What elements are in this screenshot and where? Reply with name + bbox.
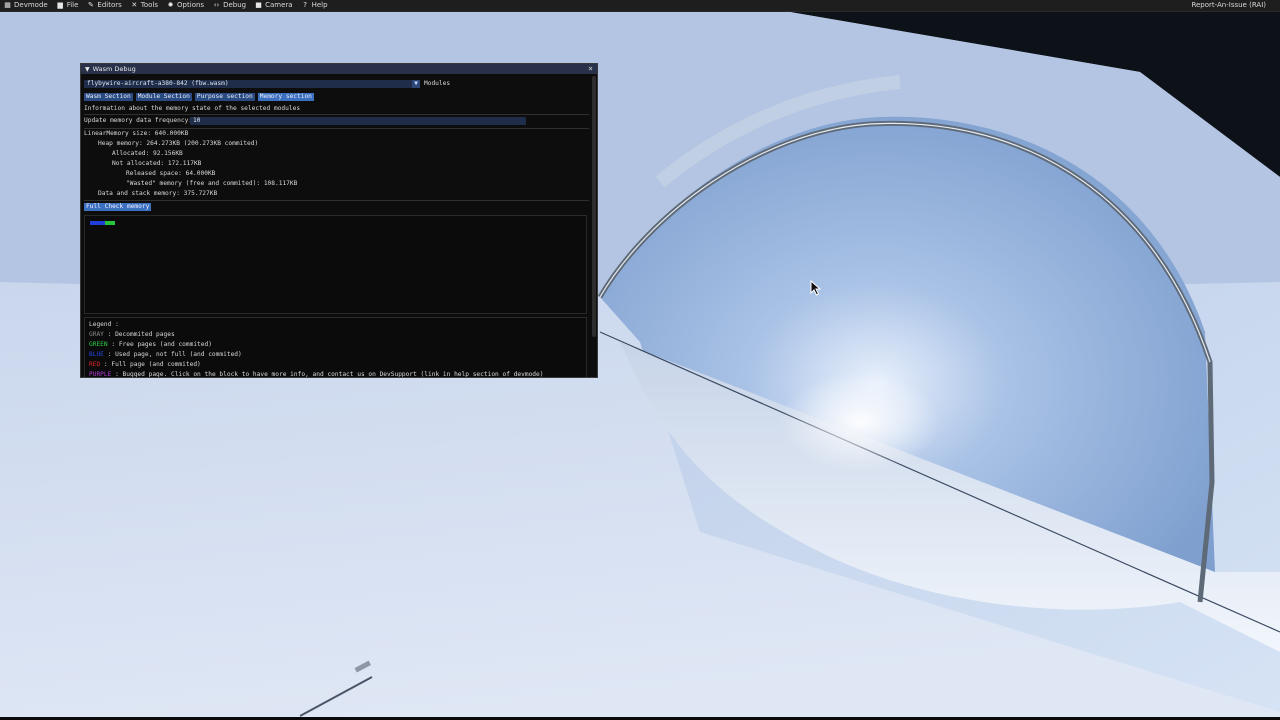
legend-text: : Bugged page. Click on the block to hav… <box>111 371 544 378</box>
menu-file[interactable]: ▆ File <box>53 0 84 11</box>
legend-panel[interactable]: Legend : GRAY : Decommited pages GREEN :… <box>84 317 587 378</box>
legend-key: BLUE <box>89 351 104 358</box>
menu-editors[interactable]: ✎ Editors <box>83 0 126 11</box>
close-icon[interactable]: × <box>588 65 593 73</box>
camera-icon: ■ <box>255 1 262 9</box>
legend-text: : Used page, not full (and commited) <box>103 351 242 358</box>
menu-debug[interactable]: ‹› Debug <box>209 0 251 11</box>
menu-label: Camera <box>265 1 293 9</box>
memory-pages-grid <box>90 221 115 225</box>
legend-key: GREEN <box>89 341 108 348</box>
window-body: flybywire-aircraft-a380-842 (fbw.wasm) ▼… <box>84 77 589 378</box>
window-scrollbar[interactable] <box>592 76 596 337</box>
wrench-icon: ✕ <box>131 1 138 9</box>
chevron-down-icon[interactable]: ▼ <box>412 80 420 88</box>
memory-pages-panel[interactable] <box>84 215 587 314</box>
tab-module-section[interactable]: Module Section <box>135 93 192 101</box>
legend-key: GRAY <box>89 331 104 338</box>
section-info: Information about the memory state of th… <box>84 105 301 112</box>
report-issue-label: Report-An-Issue (RAI) <box>1191 1 1266 9</box>
heap-memory: Heap memory: 264.273KB (200.273KB commit… <box>98 140 259 147</box>
legend-item: BLUE : Used page, not full (and commited… <box>89 351 242 358</box>
update-frequency-label: Update memory data frequency: <box>84 117 193 124</box>
menu-label: Devmode <box>14 1 48 9</box>
menu-help[interactable]: ? Help <box>298 0 333 11</box>
update-frequency-input[interactable]: 10 <box>190 117 526 125</box>
help-icon: ? <box>303 1 307 9</box>
divider <box>84 128 589 129</box>
pencil-icon: ✎ <box>87 1 94 9</box>
data-stack-memory: Data and stack memory: 375.727KB <box>98 190 218 197</box>
top-menubar: ▦ Devmode ▆ File ✎ Editors ✕ Tools ✹ Opt… <box>0 0 1280 12</box>
module-select-label: Modules <box>424 80 451 87</box>
allocated-memory: Allocated: 92.156KB <box>112 150 183 157</box>
legend-text: : Free pages (and commited) <box>107 341 212 348</box>
menu-tools[interactable]: ✕ Tools <box>127 0 163 11</box>
memory-page-block[interactable] <box>110 221 115 225</box>
code-icon: ‹› <box>213 1 220 9</box>
menu-label: Debug <box>223 1 247 9</box>
legend-key: PURPLE <box>89 371 112 378</box>
collapse-icon[interactable]: ▼ <box>85 66 90 73</box>
legend-text: : Full page (and commited) <box>100 361 201 368</box>
full-check-memory-button[interactable]: Full Check memory <box>84 203 152 211</box>
released-space: Released space: 64.000KB <box>126 170 216 177</box>
not-allocated-memory: Not allocated: 172.117KB <box>112 160 202 167</box>
legend-title: Legend : <box>89 321 119 328</box>
menu-devmode[interactable]: ▦ Devmode <box>0 0 53 11</box>
divider <box>84 114 589 115</box>
update-frequency-value: 10 <box>193 117 201 124</box>
menu-label: Help <box>311 1 328 9</box>
menu-label: Options <box>177 1 205 9</box>
devmode-icon: ▦ <box>4 1 11 9</box>
menu-label: File <box>66 1 79 9</box>
legend-key: RED <box>89 361 101 368</box>
legend-item: GRAY : Decommited pages <box>89 331 175 338</box>
linear-memory-size: LinearMemory size: 640.000KB <box>84 130 189 137</box>
legend-item: RED : Full page (and commited) <box>89 361 201 368</box>
legend-text: : Decommited pages <box>103 331 175 338</box>
tab-purpose-section[interactable]: Purpose section <box>194 93 255 101</box>
menu-label: Tools <box>140 1 159 9</box>
folder-icon: ▆ <box>57 1 63 9</box>
section-tabs: Wasm Section Module Section Purpose sect… <box>84 93 314 101</box>
menu-label: Editors <box>97 1 122 9</box>
gear-icon: ✹ <box>167 1 174 9</box>
wasted-memory: "Wasted" memory (free and commited): 108… <box>126 180 298 187</box>
mouse-cursor-icon <box>810 280 822 296</box>
legend-item: PURPLE : Bugged page. Click on the block… <box>89 371 544 378</box>
divider <box>84 200 589 201</box>
window-titlebar[interactable]: ▼ Wasm Debug <box>81 64 597 74</box>
tab-memory-section[interactable]: Memory section <box>257 93 314 101</box>
legend-item: GREEN : Free pages (and commited) <box>89 341 212 348</box>
report-issue-button[interactable]: Report-An-Issue (RAI) <box>1187 0 1271 11</box>
tab-wasm-section[interactable]: Wasm Section <box>84 93 133 101</box>
window-title: Wasm Debug <box>92 65 136 73</box>
module-select[interactable]: flybywire-aircraft-a380-842 (fbw.wasm) <box>84 80 420 88</box>
menu-camera[interactable]: ■ Camera <box>251 0 297 11</box>
wasm-debug-window[interactable]: ▼ Wasm Debug × flybywire-aircraft-a380-8… <box>80 63 598 378</box>
menu-options[interactable]: ✹ Options <box>163 0 209 11</box>
module-select-value: flybywire-aircraft-a380-842 (fbw.wasm) <box>87 80 229 87</box>
